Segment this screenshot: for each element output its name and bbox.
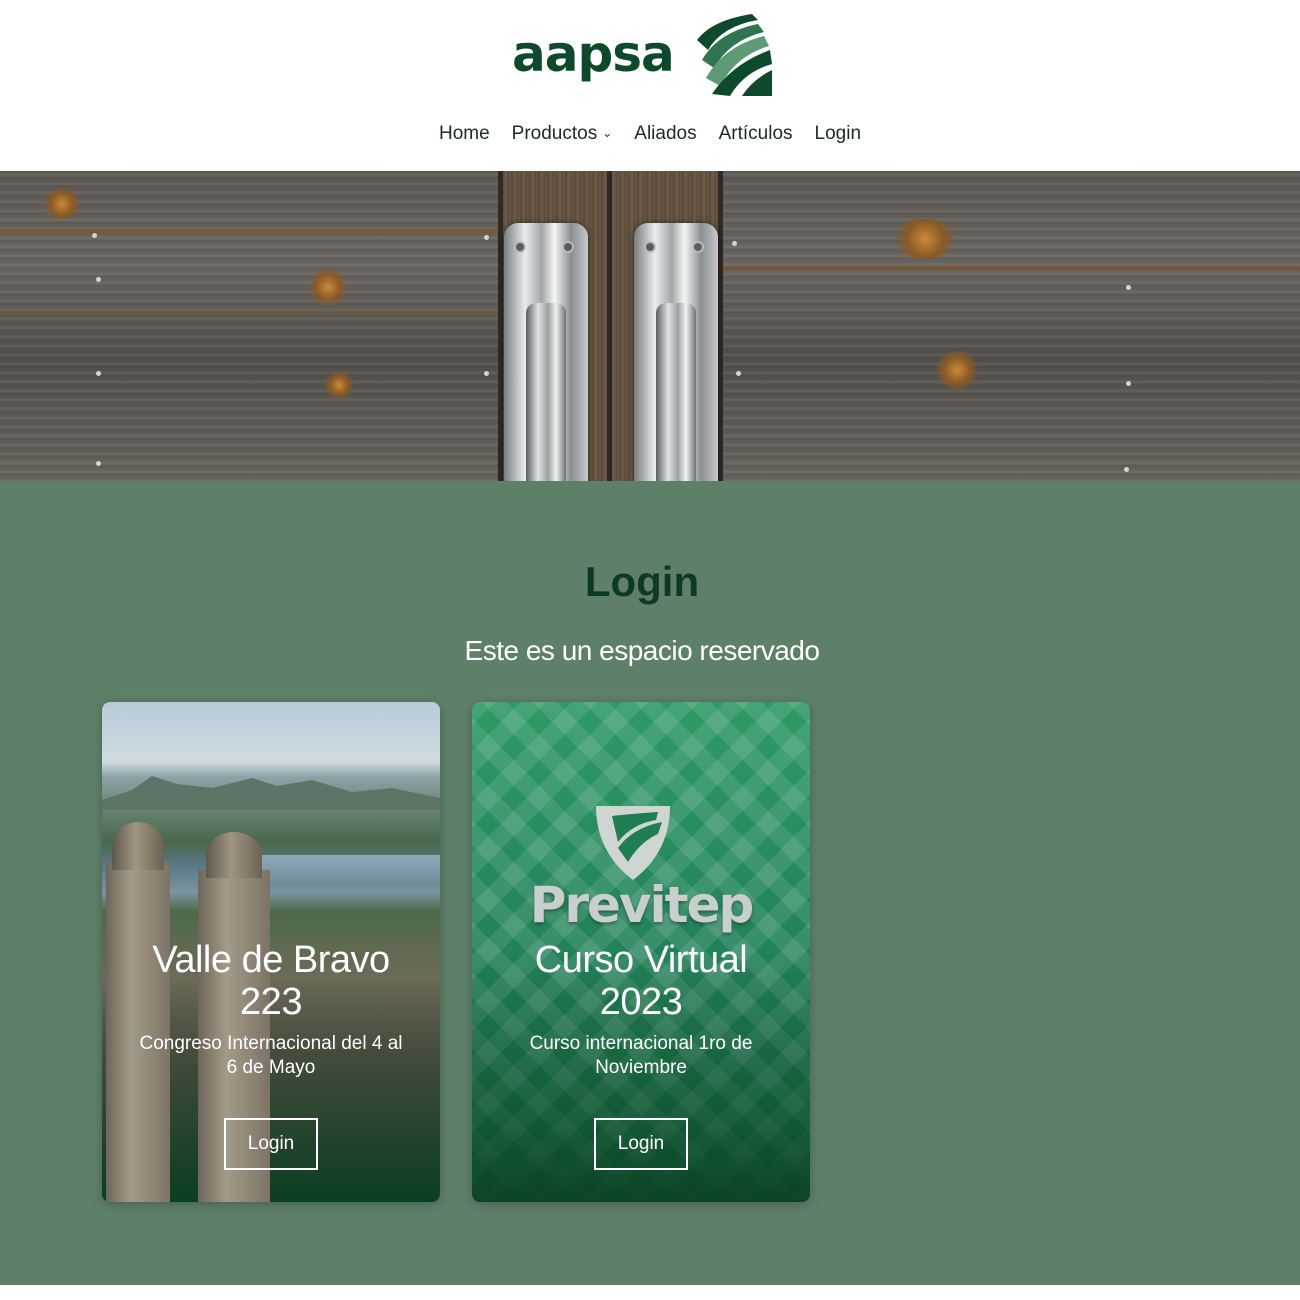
login-section: Login Este es un espacio reservado Valle… bbox=[0, 481, 1300, 1285]
login-button[interactable]: Login bbox=[594, 1118, 688, 1170]
main-nav: Home Productos ⌄ Aliados Artículos Login bbox=[0, 118, 1300, 148]
door-handle-right bbox=[634, 223, 718, 481]
door-gap bbox=[607, 171, 612, 481]
nav-login[interactable]: Login bbox=[815, 119, 862, 149]
hero-banner-image bbox=[0, 171, 1300, 481]
nail bbox=[484, 235, 489, 240]
nail bbox=[96, 277, 101, 282]
nail bbox=[732, 241, 737, 246]
logo-wave-icon bbox=[697, 14, 772, 96]
card-title: Curso Virtual 2023 bbox=[534, 939, 748, 1023]
mountain-silhouette bbox=[102, 776, 440, 810]
section-title: Login bbox=[584, 558, 700, 605]
page-bottom bbox=[0, 1285, 1300, 1300]
church-dome bbox=[112, 822, 164, 870]
nav-productos[interactable]: Productos ⌄ bbox=[512, 118, 613, 149]
handle-bar bbox=[656, 303, 696, 481]
wood-knot bbox=[42, 189, 82, 219]
nav-aliados[interactable]: Aliados bbox=[634, 119, 696, 149]
door-handle-left bbox=[504, 223, 588, 481]
plank-seam bbox=[0, 311, 500, 315]
logo-wordmark: aapsa bbox=[512, 25, 675, 83]
nail bbox=[96, 461, 101, 466]
nail bbox=[736, 371, 741, 376]
aapsa-logo[interactable]: aapsa bbox=[512, 10, 774, 100]
card-description: Congreso Internacional del 4 al 6 de May… bbox=[139, 1033, 403, 1078]
screw bbox=[644, 241, 656, 253]
wood-knot bbox=[935, 351, 979, 389]
screw bbox=[562, 241, 574, 253]
door-gap bbox=[498, 171, 503, 481]
nail bbox=[92, 233, 97, 238]
wood-knot bbox=[890, 219, 960, 259]
login-button[interactable]: Login bbox=[224, 1118, 318, 1170]
screw bbox=[514, 241, 526, 253]
chevron-down-icon: ⌄ bbox=[602, 126, 613, 140]
nav-home[interactable]: Home bbox=[439, 119, 490, 149]
nail bbox=[484, 371, 489, 376]
plank-seam bbox=[0, 229, 500, 233]
wood-knot bbox=[310, 267, 346, 307]
door-gap bbox=[718, 171, 723, 481]
card-description: Curso internacional 1ro de Noviembre bbox=[529, 1033, 753, 1078]
nail bbox=[96, 371, 101, 376]
site-header: aapsa Home Productos ⌄ Aliados Artículos Logi… bbox=[0, 0, 1300, 171]
handle-bar bbox=[526, 303, 566, 481]
previtep-shield-icon bbox=[596, 806, 670, 880]
screw bbox=[692, 241, 704, 253]
section-subtitle: Este es un espacio reservado bbox=[464, 635, 820, 666]
event-card-valle-de-bravo: Valle de Bravo 223 Congreso Internaciona… bbox=[102, 702, 440, 1202]
event-card-previtep: Previtep Curso Virtual 2023 Curso intern… bbox=[472, 702, 810, 1202]
nail bbox=[1126, 381, 1131, 386]
nail bbox=[1126, 285, 1131, 290]
nav-productos-label: Productos bbox=[511, 123, 598, 144]
church-dome bbox=[206, 832, 262, 878]
wood-knot bbox=[325, 371, 353, 399]
previtep-logo-text: Previtep bbox=[529, 876, 755, 934]
nail bbox=[1124, 467, 1129, 472]
nav-articulos[interactable]: Artículos bbox=[719, 119, 793, 149]
card-title: Valle de Bravo 223 bbox=[152, 939, 390, 1023]
plank-seam bbox=[720, 266, 1300, 270]
